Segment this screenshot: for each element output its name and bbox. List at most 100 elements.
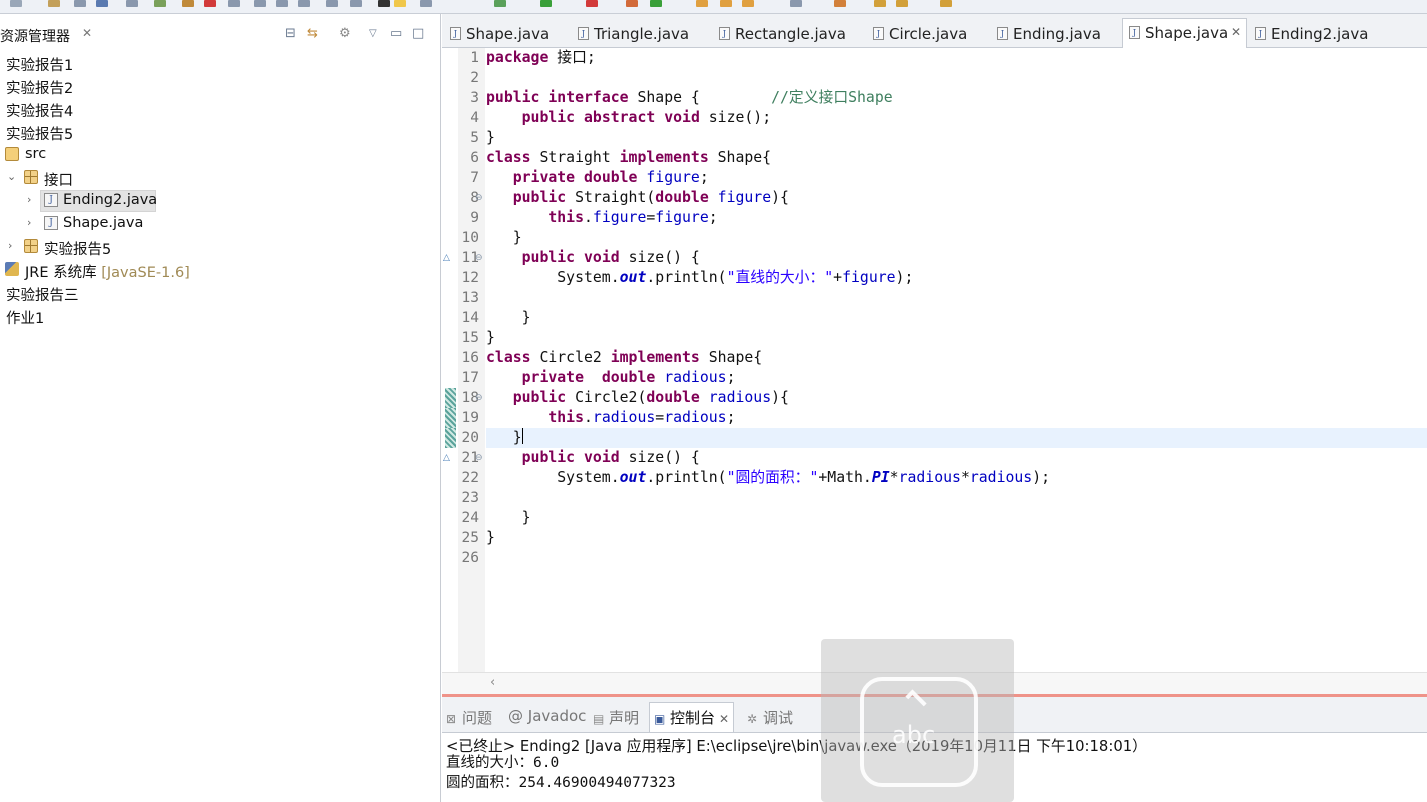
close-icon[interactable]: ✕ [1231, 25, 1241, 39]
tab-shape-java[interactable]: J Shape.java [444, 20, 570, 48]
code-line[interactable]: class Straight implements Shape{ [486, 148, 1427, 168]
chevron-right-icon[interactable]: › [8, 239, 20, 252]
toolbar-icon[interactable] [204, 0, 216, 7]
code-line[interactable]: } [486, 228, 1427, 248]
code-line[interactable]: } [486, 308, 1427, 328]
code-line[interactable]: } [486, 328, 1427, 348]
code-line[interactable]: private double radious; [486, 368, 1427, 388]
tree-item-library[interactable]: JRE 系统库 [JavaSE-1.6] [0, 259, 439, 282]
code-line[interactable]: } [486, 508, 1427, 528]
tab-triangle-java[interactable]: J Triangle.java [572, 20, 694, 48]
toolbar-icon[interactable] [350, 0, 362, 7]
link-with-editor-icon[interactable]: ⇆ [307, 26, 318, 41]
code-text-area[interactable]: package 接口; public interface Shape { //定义… [486, 48, 1427, 672]
close-icon[interactable]: ✕ [719, 712, 729, 726]
chevron-right-icon[interactable]: › [27, 193, 39, 206]
fold-collapse-icon[interactable]: ⊖ [475, 193, 1425, 203]
toolbar-icon[interactable] [182, 0, 194, 7]
code-line[interactable]: this.figure=figure; [486, 208, 1427, 228]
toolbar-icon[interactable] [378, 0, 390, 7]
code-line[interactable]: } [486, 428, 1427, 448]
code-line[interactable] [486, 548, 1427, 568]
tab-problems[interactable]: ⊠ 问题 [446, 707, 492, 731]
toolbar-icon[interactable] [126, 0, 138, 7]
toolbar-icon[interactable] [742, 0, 754, 7]
tree-item-src[interactable]: src [0, 144, 439, 167]
maximize-icon[interactable]: □ [412, 26, 424, 41]
ime-floating-widget[interactable]: abc [821, 639, 1014, 802]
toolbar-icon[interactable] [74, 0, 86, 7]
code-line[interactable]: public abstract void size(); [486, 108, 1427, 128]
tree-item-project[interactable]: 实验报告4 [0, 98, 439, 121]
toolbar-icon[interactable] [10, 0, 22, 7]
toolbar-icon[interactable] [326, 0, 338, 7]
chevron-right-icon[interactable]: › [27, 216, 39, 229]
code-editor[interactable]: △ △ 1 2 3 4 5 6 7 8 9 10 11 12 13 14 15 16 17 18 19 20 21 22 2… [442, 48, 1427, 672]
tab-rectangle-java[interactable]: J Rectangle.java [713, 20, 849, 48]
fold-collapse-icon[interactable]: ⊖ [475, 393, 1425, 403]
code-line[interactable]: class Circle2 implements Shape{ [486, 348, 1427, 368]
code-line[interactable]: } [486, 528, 1427, 548]
tab-ending-java[interactable]: J Ending.java [991, 20, 1106, 48]
scroll-left-icon[interactable]: ‹ [490, 675, 495, 690]
close-icon[interactable]: ✕ [82, 26, 92, 40]
tree-item-project[interactable]: 作业1 [0, 305, 439, 328]
toolbar-icon[interactable] [874, 0, 886, 7]
tab-ending2-java[interactable]: J Ending2.java [1249, 20, 1368, 48]
code-line[interactable]: this.radious=radious; [486, 408, 1427, 428]
code-line[interactable]: package 接口; [486, 48, 1427, 68]
toolbar-icon[interactable] [48, 0, 60, 7]
fold-collapse-icon[interactable]: ⊖ [475, 253, 1425, 263]
line-number: 25 [461, 530, 479, 546]
toolbar-icon[interactable] [228, 0, 240, 7]
toolbar-icon[interactable] [696, 0, 708, 7]
toolbar-icon[interactable] [420, 0, 432, 7]
code-line[interactable] [486, 68, 1427, 88]
tree-item-file-selected[interactable]: › J Ending2.java [0, 190, 439, 213]
code-line[interactable]: System.out.println("直线的大小："+figure); [486, 268, 1427, 288]
minimize-icon[interactable]: ▭ [390, 26, 402, 41]
tab-circle-java[interactable]: J Circle.java [867, 20, 977, 48]
panel-divider[interactable] [440, 14, 441, 802]
code-line[interactable]: System.out.println("圆的面积："+Math.PI*radio… [486, 468, 1427, 488]
code-line[interactable] [486, 288, 1427, 308]
run-icon[interactable] [540, 0, 552, 7]
tree-item-project[interactable]: 实验报告三 [0, 282, 439, 305]
stop-icon[interactable] [586, 0, 598, 7]
toolbar-icon[interactable] [154, 0, 166, 7]
toolbar-icon[interactable] [494, 0, 506, 7]
tree-item-project[interactable]: 实验报告5 [0, 121, 439, 144]
code-line[interactable]: public interface Shape { //定义接口Shape [486, 88, 1427, 108]
code-line[interactable]: } [486, 128, 1427, 148]
explorer-title[interactable]: 资源管理器 [0, 26, 70, 46]
toolbar-icon[interactable] [254, 0, 266, 7]
toolbar-icon[interactable] [394, 0, 406, 7]
chevron-down-icon[interactable]: ⌄ [7, 170, 19, 183]
tree-item-package[interactable]: ⌄ 接口 [0, 167, 439, 190]
toolbar-icon[interactable] [96, 0, 108, 7]
tree-item-project[interactable]: 实验报告1 [0, 52, 439, 75]
tab-shape-java-active[interactable]: J Shape.java ✕ [1122, 18, 1247, 49]
tree-item-project[interactable]: 实验报告2 [0, 75, 439, 98]
fold-collapse-icon[interactable]: ⊖ [475, 453, 1425, 463]
toolbar-icon[interactable] [834, 0, 846, 7]
tab-javadoc[interactable]: @ Javadoc [508, 707, 586, 731]
toolbar-icon[interactable] [720, 0, 732, 7]
tree-item-file[interactable]: › J Shape.java [0, 213, 439, 236]
view-menu-icon[interactable]: ▽ [369, 28, 377, 39]
toolbar-icon[interactable] [940, 0, 952, 7]
filter-icon[interactable]: ⚙ [339, 26, 351, 41]
code-line[interactable]: private double figure; [486, 168, 1427, 188]
collapse-all-icon[interactable]: ⊟ [285, 26, 296, 41]
tab-console[interactable]: ▣ 控制台 ✕ [649, 702, 735, 732]
toolbar-icon[interactable] [276, 0, 288, 7]
toolbar-icon[interactable] [790, 0, 802, 7]
code-line[interactable] [486, 488, 1427, 508]
toolbar-icon[interactable] [650, 0, 662, 7]
tab-debug[interactable]: ✲ 调试 [747, 707, 793, 731]
tree-item-package[interactable]: › 实验报告5 [0, 236, 439, 259]
tab-declaration[interactable]: ▤ 声明 [593, 707, 639, 731]
toolbar-icon[interactable] [626, 0, 638, 7]
toolbar-icon[interactable] [896, 0, 908, 7]
toolbar-icon[interactable] [298, 0, 310, 7]
